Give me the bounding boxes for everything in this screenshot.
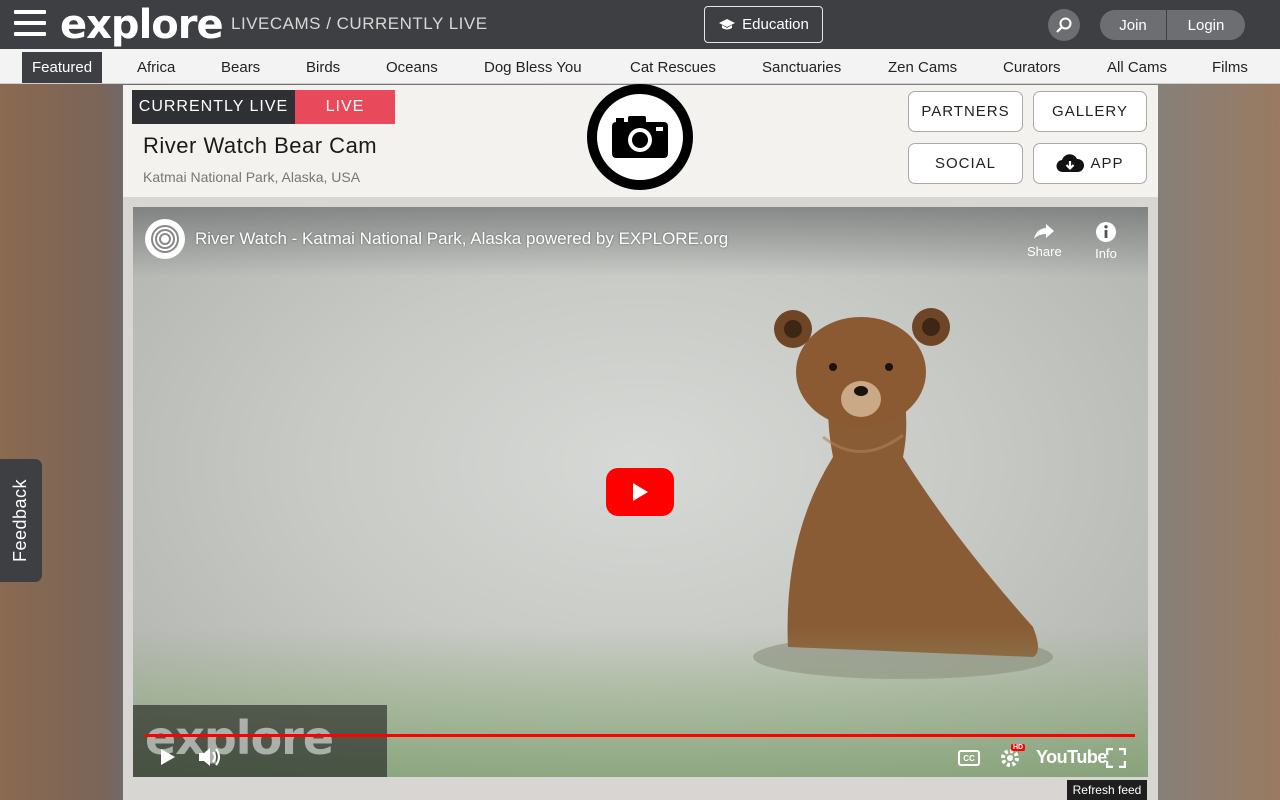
nav-item-curators[interactable]: Curators: [1003, 52, 1061, 83]
search-icon: [1056, 17, 1072, 33]
nav-item-all-cams[interactable]: All Cams: [1107, 52, 1167, 83]
education-label: Education: [742, 16, 809, 33]
join-button[interactable]: Join: [1100, 10, 1167, 40]
info-button[interactable]: Info: [1095, 221, 1117, 261]
category-nav: Featured Africa Bears Birds Oceans Dog B…: [0, 49, 1280, 84]
education-button[interactable]: Education: [704, 6, 823, 43]
gallery-button[interactable]: GALLERY: [1033, 91, 1147, 132]
currently-live-label: CURRENTLY LIVE: [132, 90, 295, 124]
info-icon: [1096, 222, 1116, 242]
nav-item-sanctuaries[interactable]: Sanctuaries: [762, 52, 841, 83]
cam-location: Katmai National Park, Alaska, USA: [143, 169, 361, 185]
breadcrumb: LIVECAMS / CURRENTLY LIVE: [231, 14, 488, 33]
partners-button[interactable]: PARTNERS: [908, 91, 1023, 132]
progress-bar[interactable]: [145, 734, 1135, 737]
hd-badge: HD: [1011, 744, 1026, 751]
search-button[interactable]: [1048, 9, 1080, 41]
fullscreen-icon[interactable]: [1106, 748, 1126, 768]
share-icon: [1034, 224, 1055, 239]
top-bar: explore LIVECAMS / CURRENTLY LIVE Educat…: [0, 0, 1280, 49]
nav-item-africa[interactable]: Africa: [137, 52, 175, 83]
youtube-logo[interactable]: YouTube: [1036, 747, 1107, 768]
cloud-download-icon: [1056, 153, 1085, 172]
share-label: Share: [1027, 244, 1062, 259]
nav-item-featured[interactable]: Featured: [22, 52, 103, 83]
share-button[interactable]: Share: [1027, 221, 1062, 259]
app-button[interactable]: APP: [1033, 143, 1147, 184]
app-label: APP: [1090, 155, 1124, 172]
feedback-label: Feedback: [10, 478, 31, 563]
login-button[interactable]: Login: [1167, 10, 1245, 40]
live-badge: LIVE: [295, 90, 395, 124]
nav-item-dog-bless-you[interactable]: Dog Bless You: [484, 52, 582, 83]
nav-item-bears[interactable]: Bears: [221, 52, 260, 83]
video-player[interactable]: River Watch - Katmai National Park, Alas…: [133, 207, 1148, 777]
nav-item-cat-rescues[interactable]: Cat Rescues: [630, 52, 716, 83]
feedback-tab[interactable]: Feedback: [0, 459, 42, 582]
nav-item-films[interactable]: Films: [1212, 52, 1248, 83]
nav-item-oceans[interactable]: Oceans: [386, 52, 438, 83]
channel-avatar[interactable]: [145, 219, 185, 259]
nav-item-birds[interactable]: Birds: [306, 52, 340, 83]
nav-item-zen-cams[interactable]: Zen Cams: [888, 52, 957, 83]
menu-icon[interactable]: [14, 10, 46, 40]
social-button[interactable]: SOCIAL: [908, 143, 1023, 184]
play-icon: [633, 483, 648, 501]
explore-logo[interactable]: explore: [60, 2, 224, 48]
graduation-cap-icon: [719, 18, 736, 29]
info-label: Info: [1095, 246, 1117, 261]
play-control-icon[interactable]: [159, 747, 177, 767]
cam-header: CURRENTLY LIVE LIVE River Watch Bear Cam…: [123, 84, 1158, 197]
video-title[interactable]: River Watch - Katmai National Park, Alas…: [195, 229, 728, 249]
explore-spiral-icon: [151, 225, 179, 253]
volume-icon[interactable]: [197, 746, 223, 768]
auth-buttons: Join Login: [1100, 10, 1245, 40]
play-button[interactable]: [606, 468, 674, 516]
settings-button[interactable]: HD: [999, 744, 1026, 774]
live-status: CURRENTLY LIVE LIVE: [132, 90, 395, 124]
cam-title: River Watch Bear Cam: [143, 133, 378, 158]
refresh-feed-button[interactable]: Refresh feed: [1067, 780, 1147, 800]
captions-button[interactable]: CC: [958, 750, 980, 766]
snapshot-button[interactable]: [587, 84, 693, 190]
camera-icon: [612, 116, 668, 158]
